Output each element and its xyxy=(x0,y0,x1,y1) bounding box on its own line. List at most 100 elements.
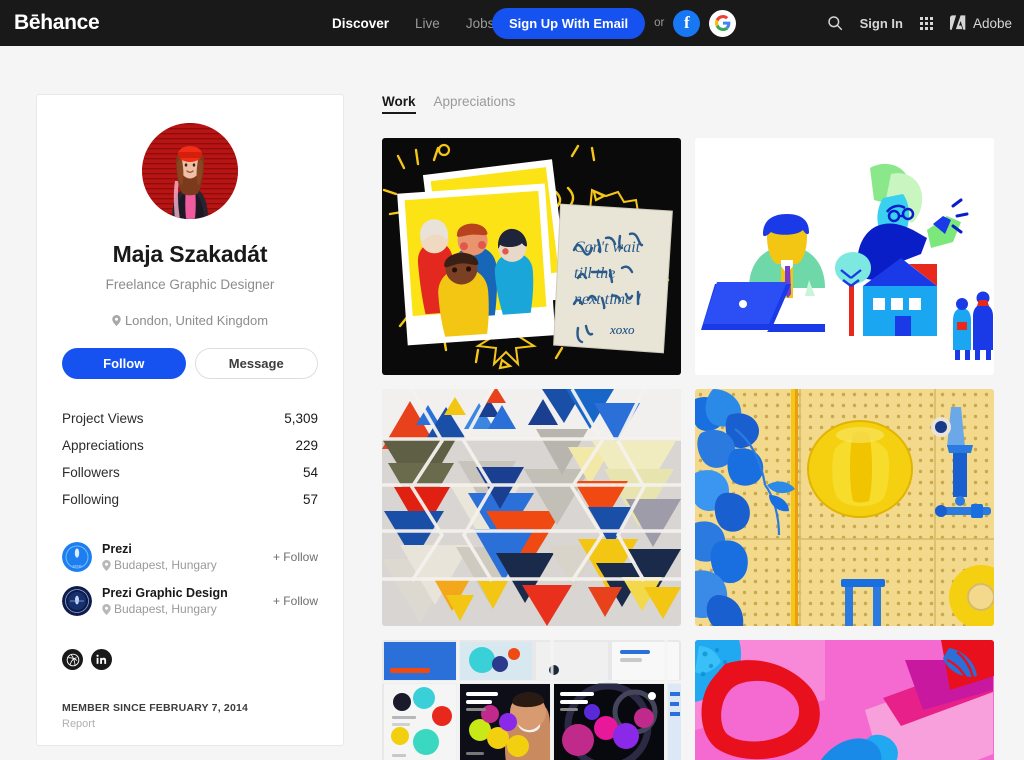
stat-label: Followers xyxy=(62,465,120,480)
organization-name: Prezi xyxy=(102,542,132,556)
grid-dot xyxy=(919,21,923,25)
organization-info: Prezi Budapest, Hungary xyxy=(102,542,263,572)
content-tabs: Work Appreciations xyxy=(382,94,994,114)
note-line: till the xyxy=(574,265,615,282)
stat-row-following: Following 57 xyxy=(62,486,318,513)
top-navigation-bar: Bēhance Discover Live Jobs Sign Up With … xyxy=(0,0,1024,46)
profile-location: London, United Kingdom xyxy=(62,313,318,328)
prezi-logo-icon: prezi xyxy=(62,542,92,572)
stat-row-project-views: Project Views 5,309 xyxy=(62,405,318,432)
grid-dot xyxy=(929,16,933,20)
organization-follow-button[interactable]: + Follow xyxy=(273,550,318,564)
page-title: Maja Szakadát xyxy=(112,241,268,267)
behance-logo[interactable]: Bēhance xyxy=(14,11,100,35)
or-label: or xyxy=(654,17,665,29)
adobe-label: Adobe xyxy=(972,15,1012,31)
organization-info: Prezi Graphic Design Budapest, Hungary xyxy=(102,586,263,616)
stat-row-appreciations: Appreciations 229 xyxy=(62,432,318,459)
project-artwork xyxy=(695,640,994,760)
grid-dot xyxy=(924,26,928,30)
grid-dot xyxy=(929,21,933,25)
grid-dot xyxy=(924,16,928,20)
svg-text:prezi: prezi xyxy=(73,563,82,568)
profile-tagline: Freelance Graphic Designer xyxy=(105,277,275,292)
project-thumbnail-polaroids-note[interactable]: xoxo Can't wait till the next time ! xoxo xyxy=(382,138,681,375)
grid-dot xyxy=(929,26,933,30)
location-pin-icon xyxy=(112,315,121,326)
main-content: Work Appreciations xoxo Can't wait till … xyxy=(382,94,994,760)
stat-label: Appreciations xyxy=(62,438,144,453)
google-icon[interactable] xyxy=(709,9,737,37)
grid-dot xyxy=(924,21,928,25)
tab-work[interactable]: Work xyxy=(382,94,416,114)
facebook-glyph: f xyxy=(683,13,690,32)
stat-value: 5,309 xyxy=(284,411,318,426)
organization-follow-button[interactable]: + Follow xyxy=(273,594,318,608)
signup-with-email-button[interactable]: Sign Up With Email xyxy=(492,7,646,39)
report-link[interactable]: Report xyxy=(62,718,318,730)
stat-value: 229 xyxy=(295,438,318,453)
project-artwork xyxy=(695,138,994,375)
avatar[interactable] xyxy=(142,123,238,219)
follow-button[interactable]: Follow xyxy=(62,348,186,379)
list-item[interactable]: prezi Prezi Budapest, Hungary + Follow xyxy=(62,535,318,579)
avatar-image xyxy=(142,123,238,219)
project-thumbnail-pegboard[interactable] xyxy=(695,389,994,626)
project-thumbnail-triangles[interactable] xyxy=(382,389,681,626)
adobe-logo-icon xyxy=(949,15,966,30)
stat-row-followers: Followers 54 xyxy=(62,459,318,486)
linkedin-icon[interactable] xyxy=(91,649,112,670)
search-icon[interactable] xyxy=(827,15,843,31)
project-artwork xyxy=(382,640,681,760)
behance-logo-text: Bēhance xyxy=(14,11,100,34)
linkedin-glyph xyxy=(96,654,107,664)
primary-nav: Discover Live Jobs xyxy=(332,16,494,31)
stat-label: Project Views xyxy=(62,411,144,426)
organization-name: Prezi Graphic Design xyxy=(102,586,228,600)
member-since-label: MEMBER SINCE FEBRUARY 7, 2014 xyxy=(62,702,249,714)
project-artwork xyxy=(695,389,994,626)
nav-jobs[interactable]: Jobs xyxy=(466,16,495,31)
prezi-graphic-design-logo-icon xyxy=(62,586,92,616)
header-right-group: Sign In Adobe xyxy=(827,15,1012,31)
project-artwork xyxy=(382,389,681,626)
google-g-glyph xyxy=(714,15,731,31)
signup-group: Sign Up With Email or f xyxy=(492,7,737,39)
note-line: xoxo xyxy=(609,322,635,337)
apps-grid-icon[interactable] xyxy=(919,16,933,30)
organizations-list: prezi Prezi Budapest, Hungary + Follow P… xyxy=(62,535,318,623)
note-line: next time ! xyxy=(574,291,642,308)
tab-appreciations[interactable]: Appreciations xyxy=(434,94,516,112)
project-thumbnail-presentation-grid[interactable] xyxy=(382,640,681,760)
profile-card: Maja Szakadát Freelance Graphic Designer… xyxy=(36,94,344,746)
stat-value: 57 xyxy=(302,492,318,507)
organization-location: Budapest, Hungary xyxy=(102,558,263,572)
note-line: Can't wait xyxy=(574,239,641,256)
location-pin-icon xyxy=(102,603,111,615)
projects-grid: xoxo Can't wait till the next time ! xoxo xyxy=(382,138,994,760)
message-button[interactable]: Message xyxy=(194,348,318,379)
profile-stats: Project Views 5,309 Appreciations 229 Fo… xyxy=(62,405,318,513)
organization-location-label: Budapest, Hungary xyxy=(114,602,217,616)
grid-dot xyxy=(919,26,923,30)
list-item[interactable]: Prezi Graphic Design Budapest, Hungary +… xyxy=(62,579,318,623)
sign-in-button[interactable]: Sign In xyxy=(860,16,903,31)
project-thumbnail-flat-vector-people[interactable] xyxy=(695,138,994,375)
dribbble-glyph xyxy=(66,653,79,666)
nav-discover[interactable]: Discover xyxy=(332,16,389,31)
grid-dot xyxy=(919,16,923,20)
organization-location-label: Budapest, Hungary xyxy=(114,558,217,572)
dribbble-icon[interactable] xyxy=(62,649,83,670)
organization-location: Budapest, Hungary xyxy=(102,602,263,616)
facebook-icon[interactable]: f xyxy=(673,9,701,37)
nav-live[interactable]: Live xyxy=(415,16,440,31)
location-pin-icon xyxy=(102,559,111,571)
profile-action-buttons: Follow Message xyxy=(62,348,318,379)
stat-label: Following xyxy=(62,492,120,507)
page-body: Maja Szakadát Freelance Graphic Designer… xyxy=(0,46,1024,760)
adobe-link[interactable]: Adobe xyxy=(949,15,1012,31)
stat-value: 54 xyxy=(302,465,318,480)
profile-location-label: London, United Kingdom xyxy=(124,313,269,328)
project-thumbnail-pink-collage[interactable] xyxy=(695,640,994,760)
social-links xyxy=(62,649,318,670)
